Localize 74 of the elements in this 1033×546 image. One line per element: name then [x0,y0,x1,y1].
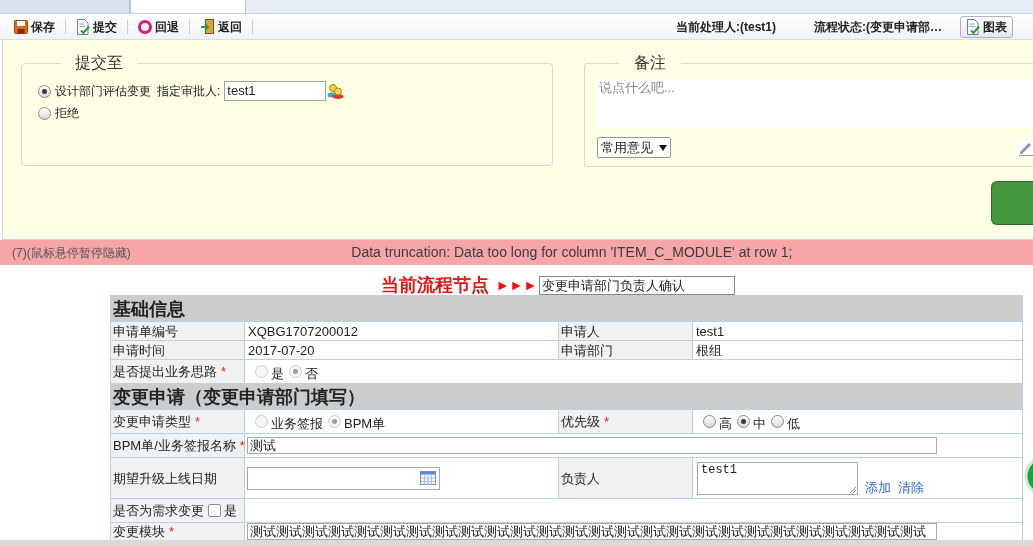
toolbar-button[interactable]: 保存 [14,18,55,35]
pencil-icon[interactable] [1017,139,1033,156]
field-label: 是否提出业务思路 [113,363,217,380]
date-input[interactable] [247,466,440,490]
users-icon[interactable] [327,83,345,99]
field-label: 申请部门 [561,341,613,359]
person-textarea[interactable]: test1 [697,461,858,495]
action-button[interactable] [991,181,1033,225]
flow-node-field[interactable]: 变更申请部门负责人确认 [539,276,736,295]
radio-label: 是 [271,364,284,382]
document-check-icon [76,18,90,35]
opinion-dropdown[interactable]: 常用意见 [597,137,671,158]
door-arrow-icon [200,19,215,34]
document-check-icon [966,18,980,35]
ring-icon [138,19,152,34]
field-label: 是否为需求变更 [113,502,204,519]
link[interactable]: 添加 [865,479,891,495]
radio-label: 设计部门评估变更 [55,83,151,100]
radio-label: 否 [305,364,318,382]
field-label: 申请单编号 [113,322,178,340]
text-input[interactable]: 测试 [247,437,937,454]
radio-label: 低 [787,414,800,432]
error-message: Data truncation: Data too long for column 'ITEM_C_MODULE' at row 1; [350,243,794,262]
section-title: 变更申请（变更申请部门填写） [110,383,1023,410]
radio-label: BPM单 [344,414,386,432]
approver-label: 指定审批人: [157,83,221,100]
toolbar-button[interactable]: 返回 [200,18,242,35]
required-mark: * [195,413,201,430]
required-mark: * [239,437,245,454]
radio-label: 高 [719,414,732,432]
field-label: 负责人 [561,469,600,487]
radio-button[interactable] [38,106,51,120]
flow-node-label: 当前流程节点 [380,276,489,295]
radio-label: 拒绝 [55,105,79,122]
chart-button[interactable]: 图表 [960,15,1013,38]
field-label: 申请人 [561,322,600,340]
error-counter: (7)(鼠标悬停暂停隐藏) [11,244,131,262]
link[interactable]: 清除 [898,479,924,495]
table-cell: 根组 [692,340,1023,360]
required-mark: * [169,523,175,540]
table-cell: XQBG1707200012 [244,321,559,341]
resize-handle-icon[interactable] [849,485,856,493]
radio-button[interactable] [771,415,784,428]
table-cell: test1 [692,321,1023,341]
text-input[interactable]: 测试测试测试测试测试测试测试测试测试测试测试测试测试测试测试测试测试测试测试测试测试测试测试测试测试测试 [247,523,937,540]
field-label: 优先级 [561,413,600,430]
required-mark: * [221,363,227,380]
field-label: 申请时间 [113,341,165,359]
section-title: 基础信息 [110,295,1023,322]
approver-input[interactable]: test1 [224,81,327,101]
remarks-textarea[interactable]: 说点什么吧... [597,79,1033,127]
radio-button[interactable] [737,415,750,428]
toolbar-button[interactable]: 提交 [76,18,117,35]
field-label: 期望升级上线日期 [113,469,217,487]
field-label: 变更模块 [113,523,165,540]
calendar-icon[interactable] [420,471,436,485]
checkbox-label: 是 [224,502,237,519]
radio-button[interactable] [703,415,716,428]
field-label: 变更申请类型 [113,413,191,430]
panel-legend: 提交至 [60,53,138,73]
status-label: 流程状态:(变更申请部… [814,18,942,36]
panel-legend: 备注 [619,53,681,73]
required-mark: * [604,413,610,430]
radio-label: 业务签报 [271,414,323,432]
caret-down-icon [659,144,667,151]
radio-label: 中 [753,414,766,432]
radio-button[interactable] [38,84,51,98]
handler-label: 当前处理人:(test1) [676,18,776,36]
arrow-glyphs: ►►► [495,276,538,295]
field-label: BPM单/业务签报名称 [113,437,236,454]
table-cell: 2017-07-20 [244,340,559,360]
horizontal-scrollbar[interactable] [0,540,1033,546]
checkbox[interactable] [208,504,221,517]
toolbar-button[interactable]: 回退 [138,18,179,35]
